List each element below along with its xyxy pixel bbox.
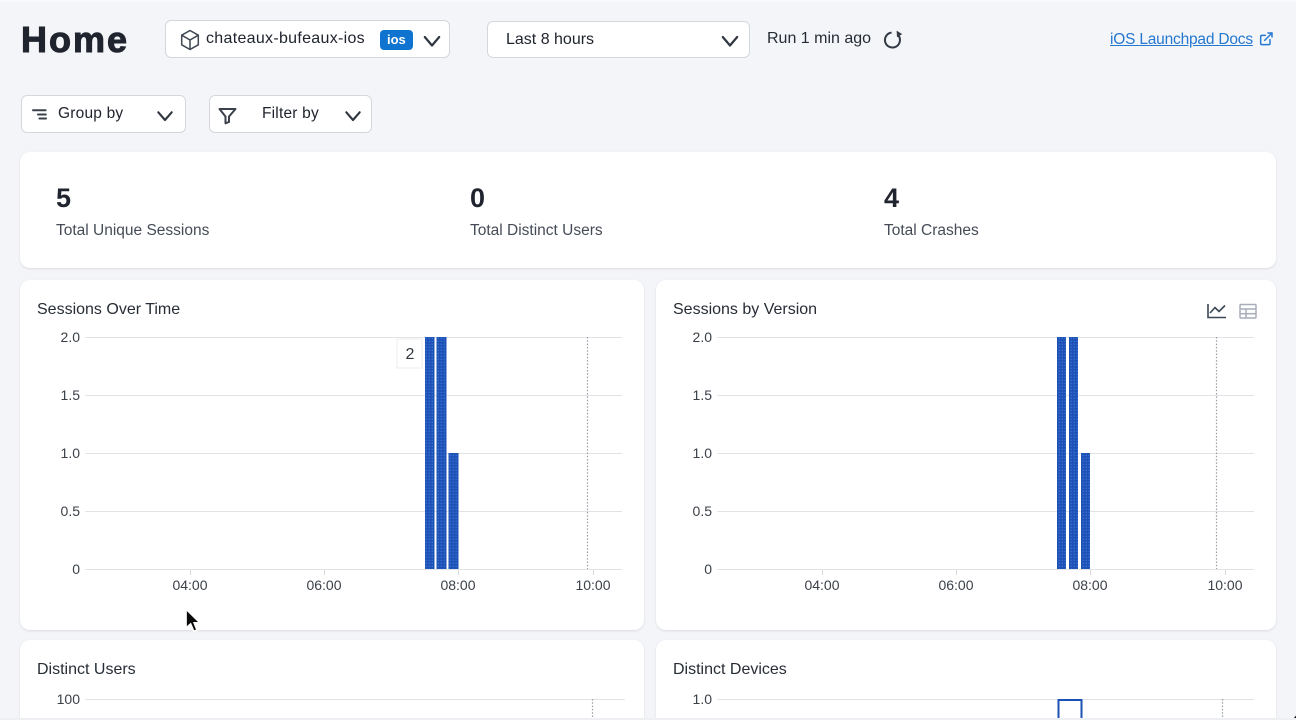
- svg-text:2.0: 2.0: [693, 329, 713, 345]
- svg-text:1.0: 1.0: [61, 445, 81, 461]
- svg-text:08:00: 08:00: [1072, 577, 1107, 593]
- svg-text:2: 2: [406, 346, 415, 363]
- svg-text:1.0: 1.0: [693, 445, 713, 461]
- svg-text:0: 0: [704, 561, 712, 577]
- svg-text:100: 100: [57, 691, 81, 707]
- svg-text:0.5: 0.5: [61, 503, 81, 519]
- svg-text:04:00: 04:00: [172, 577, 207, 593]
- svg-text:06:00: 06:00: [938, 577, 973, 593]
- svg-text:10:00: 10:00: [575, 577, 610, 593]
- svg-text:0.5: 0.5: [693, 503, 713, 519]
- svg-text:08:00: 08:00: [440, 577, 475, 593]
- svg-text:2.0: 2.0: [61, 329, 81, 345]
- svg-text:10:00: 10:00: [1207, 577, 1242, 593]
- svg-text:0: 0: [72, 561, 80, 577]
- svg-text:04:00: 04:00: [804, 577, 839, 593]
- svg-text:06:00: 06:00: [306, 577, 341, 593]
- svg-text:1.0: 1.0: [693, 691, 713, 707]
- svg-text:1.5: 1.5: [61, 387, 81, 403]
- svg-text:1.5: 1.5: [693, 387, 713, 403]
